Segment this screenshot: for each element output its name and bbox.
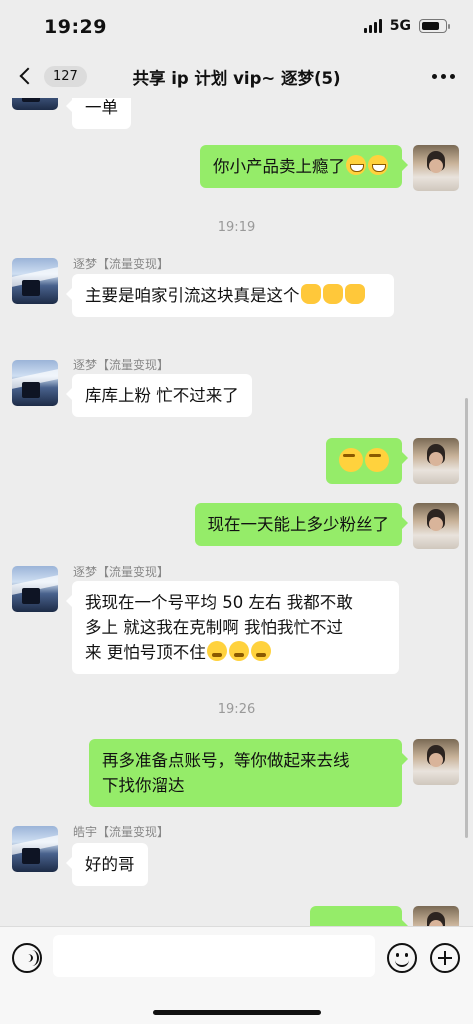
- message-bubble[interactable]: 再多准备点账号，等你做起来去线 下找你溜达: [89, 739, 408, 807]
- smirk-icon: [339, 448, 363, 472]
- message-bubble[interactable]: 主要是咱家引流这块真是这个: [66, 274, 394, 317]
- message-bubble[interactable]: [326, 438, 408, 484]
- message-bubble[interactable]: 你小产品卖上瘾了: [200, 145, 408, 188]
- avatar[interactable]: [413, 503, 459, 549]
- more-options-button[interactable]: [432, 74, 455, 79]
- message-input[interactable]: [53, 935, 375, 977]
- time-separator: 19:26: [217, 702, 256, 717]
- sender-name: 逐梦【流量变现】: [73, 565, 170, 579]
- sender-name: 皓宇【流量变现】: [73, 825, 170, 839]
- chat-area[interactable]: 一单 你小产品卖上瘾了 19:19 逐梦【流量变现】 主要是咱家引流这块真是这个…: [0, 98, 473, 926]
- sender-name: 逐梦【流量变现】: [73, 257, 170, 271]
- message-text: 主要是咱家引流这块真是这个: [85, 286, 300, 305]
- avatar[interactable]: [413, 145, 459, 191]
- message-line: 下找你溜达: [102, 776, 185, 795]
- smirk-icon: [365, 448, 389, 472]
- fist-icon: [322, 284, 343, 304]
- emoji-icon[interactable]: [387, 943, 417, 973]
- message-bubble[interactable]: 我现在一个号平均 50 左右 我都不敢 多上 就这我在克制啊 我怕我忙不过 来 …: [66, 581, 399, 674]
- nav-bar: 127 共享 ip 计划 vip~ 逐梦(5): [0, 54, 473, 98]
- dizzy-icon: [250, 641, 271, 661]
- fist-icon: [300, 284, 321, 304]
- message-line: 多上 就这我在克制啊 我怕我忙不过: [85, 618, 343, 637]
- battery-level: [421, 21, 439, 30]
- scrollbar[interactable]: [465, 398, 468, 838]
- message-bubble[interactable]: 现在一天能上多少粉丝了: [194, 503, 408, 546]
- grin-icon: [368, 155, 388, 175]
- time-separator: 19:19: [217, 220, 256, 235]
- grin-icon: [346, 155, 366, 175]
- status-time: 19:29: [44, 16, 107, 38]
- avatar[interactable]: [413, 438, 459, 484]
- signal-icon: [363, 19, 382, 33]
- chat-title: 共享 ip 计划 vip~ 逐梦(5): [132, 69, 341, 88]
- plus-icon[interactable]: [430, 943, 460, 973]
- message-line: 来 更怕号顶不住: [85, 643, 206, 662]
- message-bubble[interactable]: 好的哥: [66, 843, 148, 886]
- status-bar: 19:29 5G: [0, 0, 473, 54]
- avatar[interactable]: [12, 360, 58, 406]
- message-text: 一单: [85, 98, 118, 117]
- fist-icon: [344, 284, 365, 304]
- message-bubble[interactable]: [310, 906, 408, 926]
- sender-name: 逐梦【流量变现】: [73, 358, 170, 372]
- message-bubble[interactable]: 库库上粉 忙不过来了: [66, 374, 252, 417]
- message-text: 现在一天能上多少粉丝了: [207, 515, 390, 534]
- message-text: 好的哥: [85, 855, 135, 874]
- avatar[interactable]: [413, 739, 459, 785]
- network-label: 5G: [389, 18, 411, 34]
- message-bubble[interactable]: 一单: [66, 98, 131, 129]
- avatar[interactable]: [12, 258, 58, 304]
- avatar[interactable]: [413, 906, 459, 926]
- home-indicator[interactable]: [153, 1010, 321, 1015]
- message-text: 库库上粉 忙不过来了: [85, 386, 239, 405]
- dizzy-icon: [206, 641, 227, 661]
- message-text: 你小产品卖上瘾了: [213, 157, 345, 176]
- avatar[interactable]: [12, 98, 58, 110]
- message-line: 我现在一个号平均 50 左右 我都不敢: [85, 593, 353, 612]
- message-line: 再多准备点账号，等你做起来去线: [102, 751, 350, 770]
- avatar[interactable]: [12, 566, 58, 612]
- more-dots-icon: [432, 74, 437, 79]
- avatar[interactable]: [12, 826, 58, 872]
- dizzy-icon: [228, 641, 249, 661]
- battery-icon: [419, 19, 450, 33]
- voice-icon[interactable]: [12, 943, 42, 973]
- status-indicators: 5G: [363, 18, 450, 34]
